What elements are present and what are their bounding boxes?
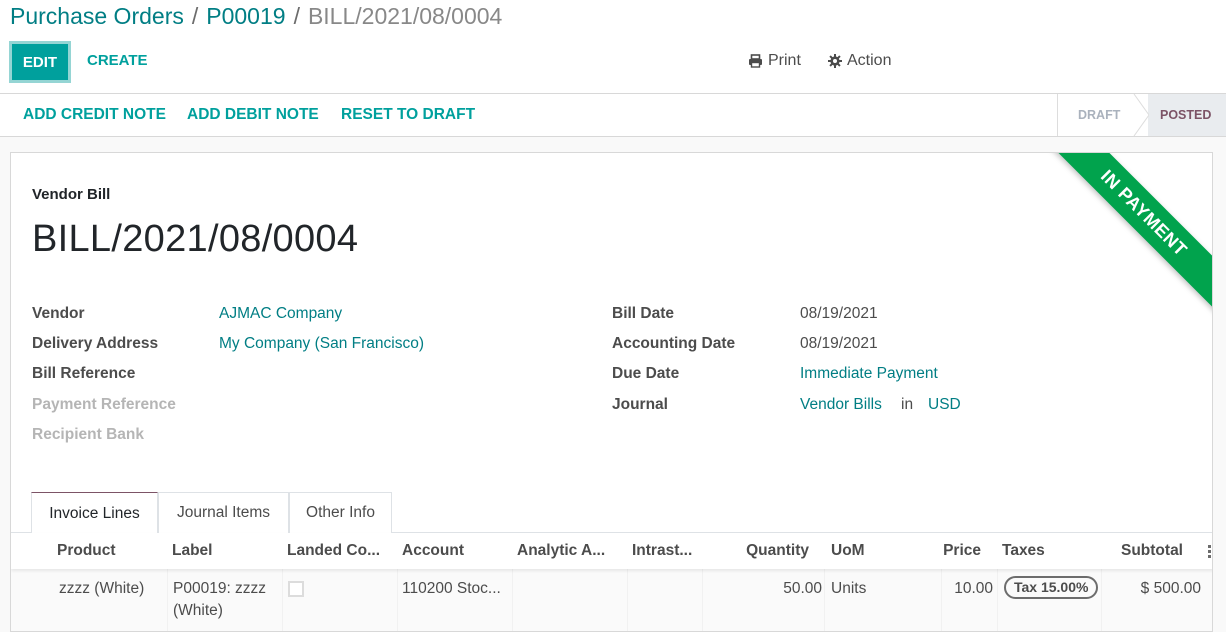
- document-type: Vendor Bill: [32, 186, 111, 203]
- cell-account: 110200 Stoc...: [402, 580, 501, 597]
- column-divider: [702, 569, 703, 631]
- control-panel: Purchase Orders / P00019 / BILL/2021/08/0004…: [0, 0, 1226, 94]
- print-icon: [748, 54, 763, 68]
- gear-icon: [828, 54, 842, 68]
- journal-currency-value[interactable]: USD: [928, 396, 961, 414]
- cell-label-line2: (White): [173, 602, 223, 619]
- delivery-address-value[interactable]: My Company (San Francisco): [219, 335, 424, 353]
- column-divider: [997, 569, 998, 631]
- vendor-value[interactable]: AJMAC Company: [219, 305, 342, 323]
- column-account[interactable]: Account: [402, 542, 464, 560]
- column-taxes[interactable]: Taxes: [1002, 542, 1045, 560]
- create-button[interactable]: CREATE: [87, 52, 148, 69]
- add-debit-note-button[interactable]: ADD DEBIT NOTE: [187, 106, 319, 124]
- stage-draft[interactable]: DRAFT: [1058, 94, 1134, 136]
- tab-other-info[interactable]: Other Info: [289, 492, 392, 533]
- column-label[interactable]: Label: [172, 542, 212, 560]
- breadcrumb-separator: /: [191, 3, 199, 29]
- statusbar: ADD CREDIT NOTE ADD DEBIT NOTE RESET TO …: [0, 94, 1226, 137]
- payment-reference-label: Payment Reference: [32, 396, 176, 413]
- column-subtotal[interactable]: Subtotal: [1083, 542, 1183, 560]
- column-divider: [512, 569, 513, 631]
- cell-price: 10.00: [954, 580, 993, 597]
- action-label: Action: [847, 52, 892, 69]
- column-product[interactable]: Product: [57, 542, 116, 560]
- reset-to-draft-button[interactable]: RESET TO DRAFT: [341, 106, 475, 124]
- breadcrumb-purchase-orders[interactable]: Purchase Orders: [10, 3, 184, 29]
- recipient-bank-label: Recipient Bank: [32, 426, 144, 443]
- tax-badge: Tax 15.00%: [1004, 576, 1099, 599]
- cell-quantity: 50.00: [783, 580, 822, 597]
- edit-button[interactable]: EDIT: [9, 41, 71, 83]
- print-button[interactable]: Print: [748, 52, 801, 70]
- cell-product: zzzz (White): [59, 580, 145, 597]
- status-stages: DRAFT POSTED: [1057, 94, 1226, 136]
- column-divider: [824, 569, 825, 631]
- breadcrumb-separator: /: [293, 3, 300, 29]
- accounting-date-value: 08/19/2021: [800, 335, 878, 352]
- due-date-label: Due Date: [612, 365, 680, 382]
- bill-date-label: Bill Date: [612, 305, 675, 322]
- landed-cost-checkbox[interactable]: [288, 581, 304, 597]
- stage-arrow-icon: [1133, 94, 1149, 136]
- cell-uom: Units: [831, 580, 867, 597]
- add-credit-note-button[interactable]: ADD CREDIT NOTE: [23, 106, 166, 124]
- journal-in-text: in: [901, 396, 914, 413]
- breadcrumb-purchase-order[interactable]: P00019: [206, 3, 285, 29]
- bill-reference-label: Bill Reference: [32, 365, 136, 382]
- breadcrumb: Purchase Orders / P00019 / BILL/2021/08/0004: [10, 2, 502, 30]
- bill-date-value: 08/19/2021: [800, 305, 878, 322]
- breadcrumb-current: BILL/2021/08/0004: [307, 3, 503, 29]
- column-analytic-account[interactable]: Analytic A...: [517, 542, 605, 560]
- delivery-address-label: Delivery Address: [32, 335, 159, 352]
- column-intrastat[interactable]: Intrast...: [632, 542, 692, 560]
- accounting-date-label: Accounting Date: [612, 335, 736, 352]
- column-quantity[interactable]: Quantity: [709, 542, 809, 560]
- action-button[interactable]: Action: [828, 52, 891, 70]
- cell-label-line1: P00019: zzzz: [173, 580, 267, 597]
- column-divider: [282, 569, 283, 631]
- tab-invoice-lines[interactable]: Invoice Lines: [31, 492, 158, 534]
- journal-label: Journal: [612, 396, 668, 413]
- document-number: BILL/2021/08/0004: [32, 218, 359, 260]
- cell-subtotal: $ 500.00: [1140, 580, 1201, 597]
- invoice-lines-header: Product Label Landed Co... Account Analy…: [11, 533, 1212, 569]
- vendor-label: Vendor: [32, 305, 85, 322]
- column-price[interactable]: Price: [881, 542, 981, 560]
- journal-value[interactable]: Vendor Bills: [800, 396, 882, 414]
- column-divider: [167, 569, 168, 631]
- tab-journal-items[interactable]: Journal Items: [158, 492, 289, 533]
- optional-columns-icon[interactable]: [1208, 545, 1212, 559]
- column-landed-cost[interactable]: Landed Co...: [287, 542, 380, 560]
- table-row[interactable]: zzzz (White) P00019: zzzz (White) 110200…: [11, 569, 1212, 631]
- column-divider: [627, 569, 628, 631]
- notebook-tabs: Invoice Lines Journal Items Other Info: [11, 492, 1212, 534]
- column-divider: [397, 569, 398, 631]
- due-date-value[interactable]: Immediate Payment: [800, 365, 938, 383]
- form-sheet: IN PAYMENT Vendor Bill BILL/2021/08/0004…: [10, 152, 1213, 632]
- in-payment-ribbon: IN PAYMENT: [1039, 153, 1212, 318]
- column-uom[interactable]: UoM: [831, 542, 865, 560]
- print-label: Print: [768, 52, 801, 69]
